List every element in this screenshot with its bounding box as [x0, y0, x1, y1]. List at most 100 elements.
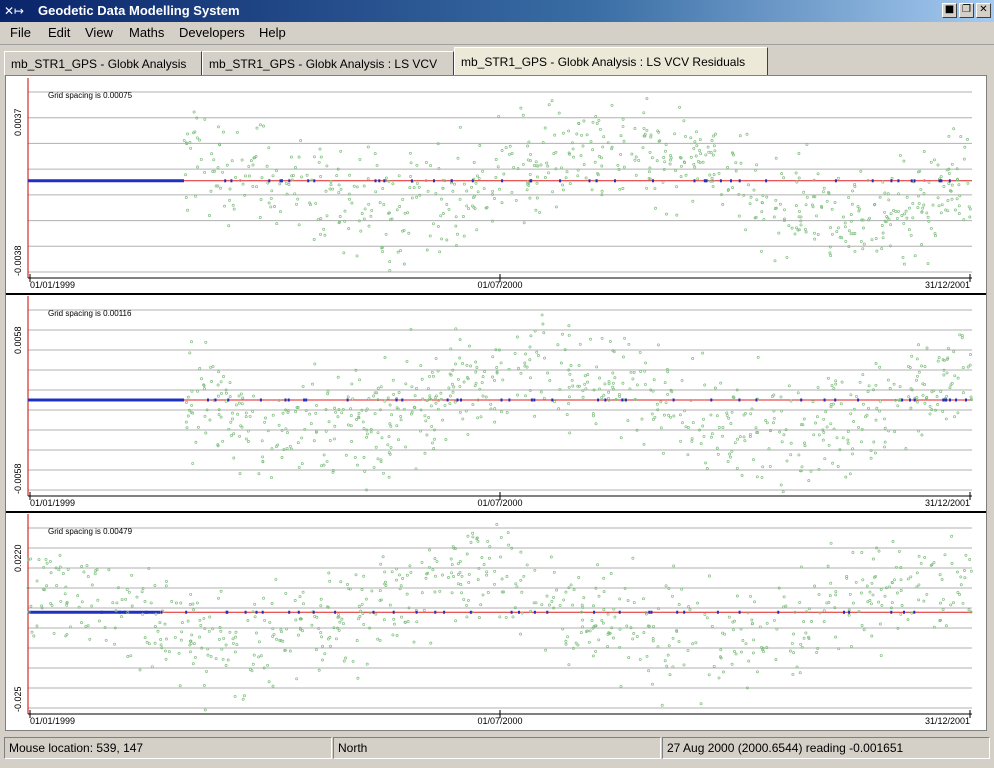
x-arrow-app-icon[interactable]: ✕↦	[4, 3, 34, 19]
residual-point	[454, 327, 458, 331]
residual-point	[733, 650, 736, 653]
close-button[interactable]: ✕	[976, 3, 991, 18]
residual-point	[612, 387, 616, 391]
residual-point	[756, 670, 759, 674]
residual-point	[481, 169, 485, 173]
residual-point	[952, 350, 956, 354]
residual-point	[703, 383, 707, 387]
residual-point	[780, 440, 784, 444]
residual-point	[408, 151, 412, 155]
residual-point	[111, 601, 115, 605]
residual-point	[892, 382, 896, 386]
residual-point	[346, 583, 349, 586]
residual-point	[228, 381, 232, 385]
residual-point	[124, 597, 128, 601]
residual-point	[358, 378, 362, 382]
residual-point	[493, 569, 497, 573]
clipped-point	[604, 398, 607, 402]
menu-view[interactable]: View	[85, 25, 113, 41]
residual-plots[interactable]: Grid spacing is 0.000750.0037-0.003801/0…	[6, 76, 986, 730]
residual-point	[512, 165, 516, 169]
residual-point	[493, 379, 496, 382]
residual-point	[420, 377, 424, 381]
residual-point	[826, 564, 830, 568]
residual-point	[454, 224, 458, 228]
residual-point	[434, 191, 438, 195]
menu-developers[interactable]: Developers	[179, 25, 245, 41]
residual-point	[667, 413, 671, 417]
clipped-point	[312, 610, 315, 614]
residual-point	[564, 639, 568, 643]
residual-point	[184, 196, 188, 199]
plot-area[interactable]: Grid spacing is 0.00075 0.0037 -0.0038 01/0…	[5, 75, 987, 731]
residual-point	[270, 476, 273, 480]
menu-edit[interactable]: Edit	[48, 25, 70, 41]
residual-point	[145, 640, 149, 644]
residual-point	[692, 147, 696, 150]
tab-ls-vcv[interactable]: mb_STR1_GPS - Globk Analysis : LS VCV	[202, 51, 454, 75]
residual-point	[333, 437, 336, 441]
residual-point	[281, 639, 285, 643]
residual-point	[632, 601, 636, 605]
menu-help[interactable]: Help	[259, 25, 286, 41]
residual-point	[961, 366, 965, 370]
residual-point	[240, 402, 244, 406]
residual-point	[869, 602, 873, 606]
residual-point	[621, 117, 625, 121]
residual-point	[493, 582, 496, 586]
residual-point	[360, 588, 364, 592]
clipped-point	[185, 610, 188, 614]
clipped-point	[268, 179, 271, 183]
residual-point	[721, 434, 724, 438]
residual-point	[648, 150, 652, 154]
minimize-button[interactable]: ■	[942, 3, 957, 18]
residual-point	[957, 212, 961, 215]
residual-point	[782, 176, 786, 180]
residual-point	[959, 575, 963, 579]
residual-point	[219, 629, 223, 633]
tab-ls-vcv-residuals[interactable]: mb_STR1_GPS - Globk Analysis : LS VCV Re…	[454, 47, 768, 75]
menu-file[interactable]: File	[10, 25, 31, 41]
residual-point	[473, 384, 477, 388]
residual-point	[878, 399, 882, 403]
clipped-point	[693, 179, 696, 183]
residual-point	[458, 384, 462, 388]
residual-point	[374, 445, 378, 449]
residual-point	[186, 395, 190, 399]
residual-point	[448, 394, 452, 398]
residual-point	[921, 382, 925, 386]
residual-point	[549, 555, 553, 559]
residual-point	[798, 671, 802, 675]
residual-point	[534, 160, 538, 164]
residual-point	[439, 214, 443, 218]
residual-point	[909, 406, 913, 410]
residual-point	[649, 135, 653, 139]
residual-point	[392, 392, 396, 396]
residual-point	[840, 380, 844, 384]
residual-point	[399, 584, 403, 588]
residual-point	[574, 641, 578, 645]
menu-maths[interactable]: Maths	[129, 25, 164, 41]
clipped-point	[738, 398, 741, 402]
residual-point	[783, 208, 786, 212]
residual-point	[849, 393, 853, 397]
residual-point	[190, 340, 193, 344]
residual-point	[745, 132, 749, 136]
residual-point	[435, 559, 439, 563]
residual-point	[631, 556, 635, 560]
residual-point	[915, 396, 919, 399]
tab-globk-analysis[interactable]: mb_STR1_GPS - Globk Analysis	[4, 51, 202, 75]
residual-point	[444, 438, 448, 441]
residual-point	[655, 402, 659, 406]
residual-point	[750, 622, 754, 626]
residual-point	[856, 205, 860, 209]
residual-point	[230, 417, 234, 421]
restore-button[interactable]: ❐	[959, 3, 974, 18]
residual-point	[747, 659, 751, 663]
residual-point	[498, 615, 502, 619]
residual-point	[936, 163, 940, 167]
residual-point	[922, 203, 926, 207]
residual-point	[216, 383, 220, 387]
residual-point	[651, 682, 654, 686]
residual-point	[468, 344, 471, 348]
